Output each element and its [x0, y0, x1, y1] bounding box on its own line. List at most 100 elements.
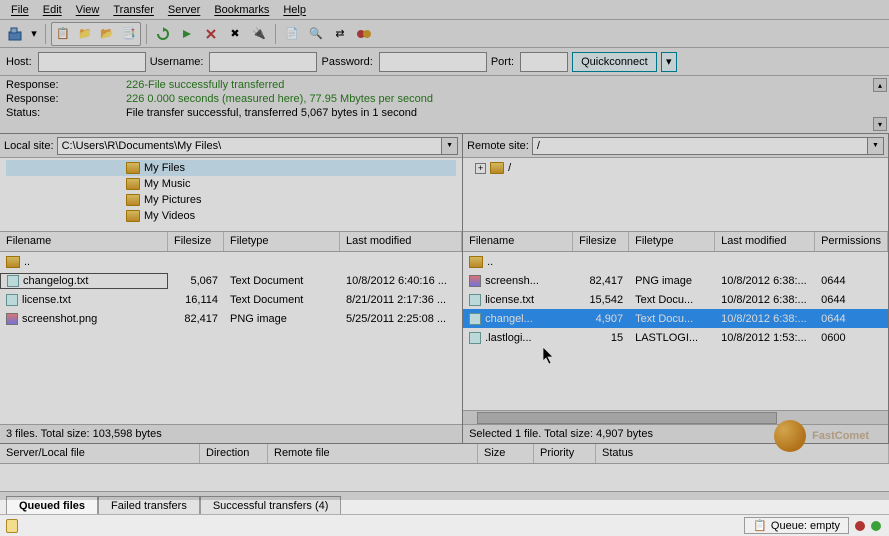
col-size[interactable]: Size	[478, 444, 534, 463]
file-name[interactable]: ..	[487, 256, 493, 268]
folder-icon	[126, 210, 140, 222]
quickconnect-history-dropdown[interactable]: ▾	[661, 52, 677, 72]
menu-view[interactable]: View	[69, 2, 107, 18]
col-filetype[interactable]: Filetype	[629, 232, 715, 251]
file-row-renaming[interactable]: changelog.txt 5,067 Text Document 10/8/2…	[0, 271, 462, 290]
folder-icon	[490, 162, 504, 174]
menu-help[interactable]: Help	[276, 2, 313, 18]
col-filetype[interactable]: Filetype	[224, 232, 340, 251]
cancel-button[interactable]	[200, 23, 222, 45]
col-modified[interactable]: Last modified	[340, 232, 462, 251]
file-row[interactable]: license.txt 15,542 Text Docu... 10/8/201…	[463, 290, 888, 309]
col-server-file[interactable]: Server/Local file	[0, 444, 200, 463]
file-name: license.txt	[485, 294, 534, 306]
parent-folder-icon	[469, 256, 483, 268]
file-row-selected[interactable]: changel... 4,907 Text Docu... 10/8/2012 …	[463, 309, 888, 328]
tree-item[interactable]: My Files	[144, 162, 185, 174]
menu-bookmarks[interactable]: Bookmarks	[207, 2, 276, 18]
local-status: 3 files. Total size: 103,598 bytes	[0, 424, 462, 444]
rename-input[interactable]: changelog.txt	[23, 275, 88, 287]
col-permissions[interactable]: Permissions	[815, 232, 888, 251]
search-button[interactable]: 🔍	[305, 23, 327, 45]
file-size: 5,067	[168, 274, 224, 288]
remote-file-list[interactable]: .. screensh... 82,417 PNG image 10/8/201…	[463, 252, 888, 424]
site-manager-button[interactable]	[4, 23, 26, 45]
filter-button[interactable]: 📄	[281, 23, 303, 45]
password-input[interactable]	[379, 52, 487, 72]
log-label: Status:	[6, 106, 126, 120]
expand-icon[interactable]: +	[475, 163, 486, 174]
log-text: 226 0.000 seconds (measured here), 77.95…	[126, 92, 433, 106]
sync-browse-button[interactable]	[353, 23, 375, 45]
local-tree[interactable]: My Files My Music My Pictures My Videos	[0, 158, 462, 232]
remote-path-dropdown[interactable]: ▼	[868, 137, 884, 155]
remote-path-input[interactable]	[532, 137, 868, 155]
col-filename[interactable]: Filename	[0, 232, 168, 251]
file-modified: 10/8/2012 6:38:...	[715, 293, 815, 307]
remote-site-label: Remote site:	[467, 140, 529, 152]
col-remote-file[interactable]: Remote file	[268, 444, 478, 463]
file-row[interactable]: screensh... 82,417 PNG image 10/8/2012 6…	[463, 271, 888, 290]
activity-indicator-green	[871, 521, 881, 531]
tree-item[interactable]: My Pictures	[144, 194, 201, 206]
host-input[interactable]	[38, 52, 146, 72]
file-type: Text Document	[224, 293, 340, 307]
menu-edit[interactable]: Edit	[36, 2, 69, 18]
toggle-remote-tree-button[interactable]: 📂	[96, 23, 118, 45]
toggle-local-tree-button[interactable]: 📁	[74, 23, 96, 45]
tab-failed[interactable]: Failed transfers	[98, 496, 200, 515]
port-label: Port:	[491, 56, 514, 68]
queue-indicator[interactable]: 📋Queue: empty	[744, 517, 849, 534]
remote-tree[interactable]: +/	[463, 158, 888, 232]
tree-item[interactable]: My Videos	[144, 210, 195, 222]
file-name[interactable]: ..	[24, 256, 30, 268]
col-filesize[interactable]: Filesize	[573, 232, 629, 251]
image-file-icon	[6, 313, 18, 325]
parent-folder-icon	[6, 256, 20, 268]
scrollbar-down[interactable]: ▾	[873, 117, 887, 131]
port-input[interactable]	[520, 52, 568, 72]
quickconnect-button[interactable]: Quickconnect	[572, 52, 657, 72]
menu-transfer[interactable]: Transfer	[106, 2, 161, 18]
site-manager-dropdown[interactable]: ▾	[28, 23, 40, 45]
text-file-icon	[6, 294, 18, 306]
file-type: PNG image	[224, 312, 340, 326]
local-path-input[interactable]	[57, 137, 443, 155]
tree-item[interactable]: My Music	[144, 178, 190, 190]
tab-successful[interactable]: Successful transfers (4)	[200, 496, 342, 515]
toggle-queue-button[interactable]: 📑	[118, 23, 140, 45]
tab-queued[interactable]: Queued files	[6, 496, 98, 515]
file-size: 16,114	[168, 293, 224, 307]
refresh-button[interactable]	[152, 23, 174, 45]
menu-server[interactable]: Server	[161, 2, 207, 18]
toggle-log-button[interactable]: 📋	[52, 23, 74, 45]
compare-button[interactable]: ⇄	[329, 23, 351, 45]
reconnect-button[interactable]: 🔌	[248, 23, 270, 45]
file-row[interactable]: .lastlogi... 15 LASTLOGI... 10/8/2012 1:…	[463, 328, 888, 347]
col-filesize[interactable]: Filesize	[168, 232, 224, 251]
tree-item[interactable]: /	[508, 162, 511, 174]
file-row[interactable]: screenshot.png 82,417 PNG image 5/25/201…	[0, 309, 462, 328]
process-queue-button[interactable]	[176, 23, 198, 45]
activity-indicator-red	[855, 521, 865, 531]
transfer-tabs: Queued files Failed transfers Successful…	[0, 492, 889, 514]
col-direction[interactable]: Direction	[200, 444, 268, 463]
menu-file[interactable]: File	[4, 2, 36, 18]
col-filename[interactable]: Filename	[463, 232, 573, 251]
file-name: .lastlogi...	[485, 332, 531, 344]
local-file-list[interactable]: .. changelog.txt 5,067 Text Document 10/…	[0, 252, 462, 424]
folder-icon	[126, 194, 140, 206]
local-site-label: Local site:	[4, 140, 54, 152]
transfer-queue[interactable]	[0, 464, 889, 492]
file-name: changel...	[485, 313, 533, 325]
file-size: 82,417	[573, 274, 629, 288]
col-modified[interactable]: Last modified	[715, 232, 815, 251]
file-type: PNG image	[629, 274, 715, 288]
mouse-cursor	[542, 346, 556, 366]
file-row[interactable]: license.txt 16,114 Text Document 8/21/20…	[0, 290, 462, 309]
local-path-dropdown[interactable]: ▼	[442, 137, 458, 155]
username-input[interactable]	[209, 52, 317, 72]
disconnect-button[interactable]: ✖	[224, 23, 246, 45]
scrollbar-up[interactable]: ▴	[873, 78, 887, 92]
col-priority[interactable]: Priority	[534, 444, 596, 463]
